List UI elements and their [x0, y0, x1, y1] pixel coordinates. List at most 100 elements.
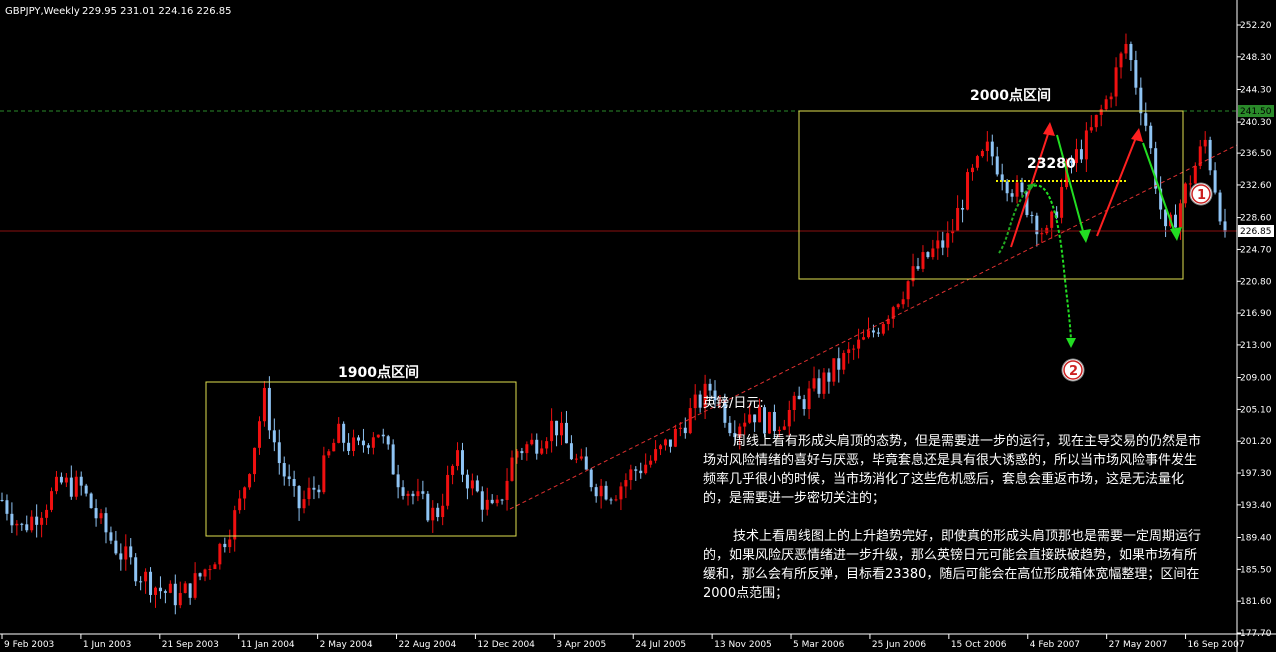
candle-body	[50, 491, 54, 510]
candle-body	[158, 587, 162, 592]
green-arrow-down-2	[1142, 142, 1176, 234]
candle-body	[267, 387, 271, 431]
candle-body	[1188, 183, 1192, 185]
time-tick-label: 27 May 2007	[1109, 640, 1168, 650]
time-tick-label: 24 Jul 2005	[635, 640, 686, 650]
candle-body	[5, 500, 9, 514]
candle-body	[109, 532, 113, 541]
candle-body	[342, 423, 346, 443]
price-tick-label: 201.20	[1240, 437, 1272, 447]
candle-body	[1010, 193, 1014, 197]
red-arrow-head-2	[1131, 128, 1143, 142]
candle-body	[857, 339, 861, 349]
candle-body	[1218, 192, 1222, 222]
candle-body	[970, 167, 974, 173]
candle-body	[198, 573, 202, 577]
candle-body	[673, 428, 677, 447]
candle-body	[1213, 170, 1217, 193]
time-tick-label: 4 Feb 2007	[1030, 640, 1080, 650]
candle-body	[614, 499, 618, 501]
price-tick-label: 209.00	[1240, 374, 1272, 384]
candle-body	[431, 507, 435, 521]
candle-body	[906, 281, 910, 300]
resistance-tag-label: 241.50	[1240, 107, 1272, 117]
candle-body	[693, 394, 697, 409]
candle-body	[1109, 96, 1113, 100]
commentary-panel: 英镑/日元: 周线上看有形成头肩顶的态势，但是需要进一步的运行，现在主导交易的仍…	[703, 394, 1203, 603]
candle-body	[936, 240, 940, 249]
time-tick-label: 3 Apr 2005	[556, 640, 606, 650]
candle-body	[248, 474, 252, 488]
candle-body	[639, 470, 643, 474]
candle-body	[569, 443, 573, 460]
candle-body	[1203, 139, 1207, 147]
price-tick-label: 189.40	[1240, 534, 1272, 544]
ohlc-readout: 229.95 231.01 224.16 226.85	[82, 6, 232, 17]
time-tick-label: 13 Nov 2005	[714, 640, 772, 650]
candle-body	[490, 499, 494, 504]
candle-body	[446, 474, 450, 506]
candle-body	[510, 457, 514, 481]
candle-body	[1099, 109, 1103, 115]
candle-body	[941, 240, 945, 248]
box1-label: 1900点区间	[338, 364, 419, 381]
candle-body	[257, 421, 261, 448]
candle-body	[931, 248, 935, 258]
price-tick-label: 193.40	[1240, 501, 1272, 511]
candle-body	[946, 233, 950, 248]
candle-body	[495, 499, 499, 504]
candle-body	[1149, 125, 1153, 149]
red-arrow-up-2	[1096, 134, 1138, 237]
candle-body	[371, 437, 375, 448]
candle-body	[1084, 130, 1088, 160]
green-curve-down	[1033, 184, 1072, 341]
candle-body	[287, 476, 291, 480]
candle-body	[129, 546, 133, 558]
candle-body	[678, 427, 682, 429]
candle-body	[485, 499, 489, 510]
candle-body	[560, 422, 564, 436]
candle-body	[698, 394, 702, 408]
candle-body	[426, 493, 430, 521]
candle-body	[961, 208, 965, 210]
candle-body	[1015, 182, 1019, 197]
candle-body	[629, 469, 633, 481]
candle-body	[337, 423, 341, 443]
candle-body	[74, 476, 78, 497]
price-tick-label: 248.30	[1240, 53, 1272, 63]
price-tick-label: 213.00	[1240, 341, 1272, 351]
candle-body	[144, 571, 148, 582]
marker-1-text: 1	[1197, 188, 1206, 203]
candle-body	[604, 485, 608, 500]
price-tick-label: 240.30	[1240, 118, 1272, 128]
candle-body	[208, 569, 212, 571]
candle-body	[193, 573, 197, 598]
candle-body	[1079, 149, 1083, 160]
candle-body	[1030, 215, 1034, 217]
time-tick-label: 21 Sep 2003	[162, 640, 219, 650]
time-tick-label: 2 May 2004	[320, 640, 373, 650]
candle-body	[975, 156, 979, 168]
time-tick-label: 9 Feb 2003	[4, 640, 54, 650]
candle-body	[980, 150, 984, 157]
candle-body	[64, 477, 68, 483]
candle-body	[852, 348, 856, 350]
candle-body	[456, 450, 460, 466]
range-box-1900	[205, 381, 517, 537]
candle-body	[475, 480, 479, 492]
candle-body	[302, 499, 306, 509]
candle-body	[916, 266, 920, 269]
price-tick-label: 216.90	[1240, 309, 1272, 319]
price-tick-label: 181.60	[1240, 597, 1272, 607]
candle-body	[124, 546, 128, 560]
candle-body	[1094, 114, 1098, 128]
candle-body	[1223, 221, 1227, 232]
candle-body	[837, 358, 841, 370]
marker-1: 1	[1189, 182, 1213, 206]
candle-body	[460, 450, 464, 475]
candle-body	[817, 378, 821, 394]
candle-body	[550, 420, 554, 442]
time-tick-label: 25 Jun 2006	[872, 640, 926, 650]
candle-body	[822, 372, 826, 394]
current-price-tag-label: 226.85	[1240, 227, 1272, 237]
